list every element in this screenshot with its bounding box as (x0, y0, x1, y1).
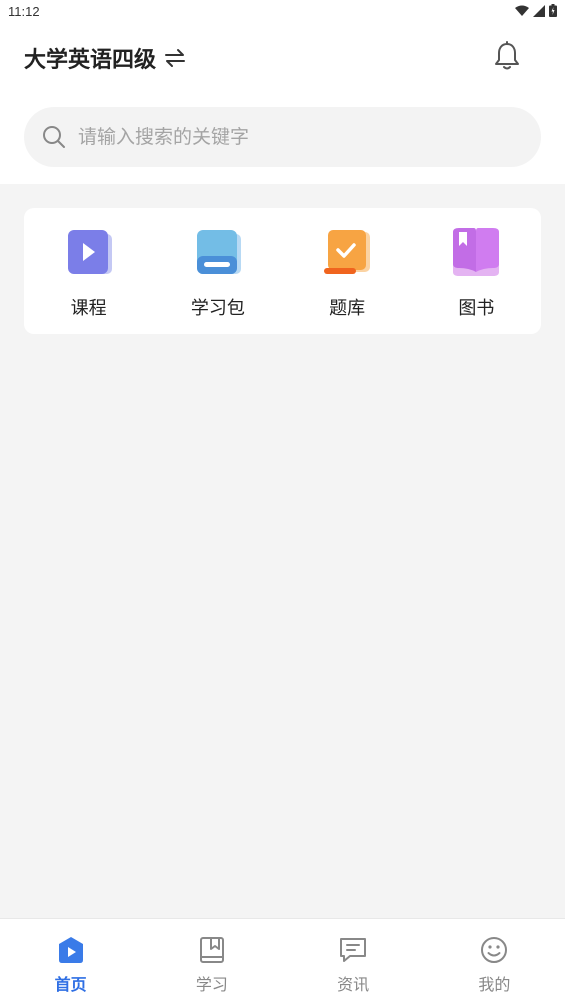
bottom-tab-bar: 首页 学习 资讯 我的 (0, 918, 565, 1004)
quick-item-label: 学习包 (190, 298, 245, 319)
book-icon (196, 230, 241, 274)
quick-item-books[interactable]: 图书 (412, 208, 541, 334)
quick-item-label: 图书 (458, 298, 495, 319)
tab-label: 我的 (478, 975, 511, 994)
tab-home[interactable]: 首页 (0, 919, 141, 1004)
header: 大学英语四级 (24, 38, 186, 78)
status-bar: 11:12 (0, 0, 565, 24)
search-box[interactable] (24, 107, 541, 167)
notification-button[interactable] (491, 40, 523, 72)
home-icon (58, 937, 83, 963)
tab-news[interactable]: 资讯 (283, 919, 424, 1004)
quick-item-label: 题库 (329, 298, 366, 319)
tab-study[interactable]: 学习 (141, 919, 282, 1004)
checklist-icon (324, 230, 371, 274)
signal-icon (533, 4, 545, 17)
switch-exam-icon[interactable] (164, 48, 186, 68)
message-icon (340, 938, 367, 962)
quick-item-label: 课程 (70, 298, 107, 319)
tab-label: 学习 (195, 975, 228, 994)
wifi-icon (515, 5, 529, 16)
tab-label: 首页 (54, 975, 87, 994)
quick-item-study-pack[interactable]: 学习包 (153, 208, 282, 334)
bookmark-icon (199, 937, 224, 963)
open-book-icon (453, 228, 500, 276)
quick-item-course[interactable]: 课程 (24, 208, 153, 334)
bell-icon (495, 41, 519, 70)
quick-menu-card: 课程 学习包 题库 图书 (24, 208, 541, 334)
tab-label: 资讯 (337, 975, 370, 994)
status-icons (515, 4, 557, 17)
status-time: 11:12 (8, 4, 40, 19)
smiley-icon (481, 937, 508, 963)
page-title[interactable]: 大学英语四级 (24, 42, 156, 74)
search-icon (43, 126, 65, 148)
search-input[interactable] (78, 126, 498, 148)
quick-item-question-bank[interactable]: 题库 (283, 208, 412, 334)
tab-profile[interactable]: 我的 (424, 919, 565, 1004)
battery-icon (549, 4, 557, 17)
video-play-icon (67, 230, 112, 274)
